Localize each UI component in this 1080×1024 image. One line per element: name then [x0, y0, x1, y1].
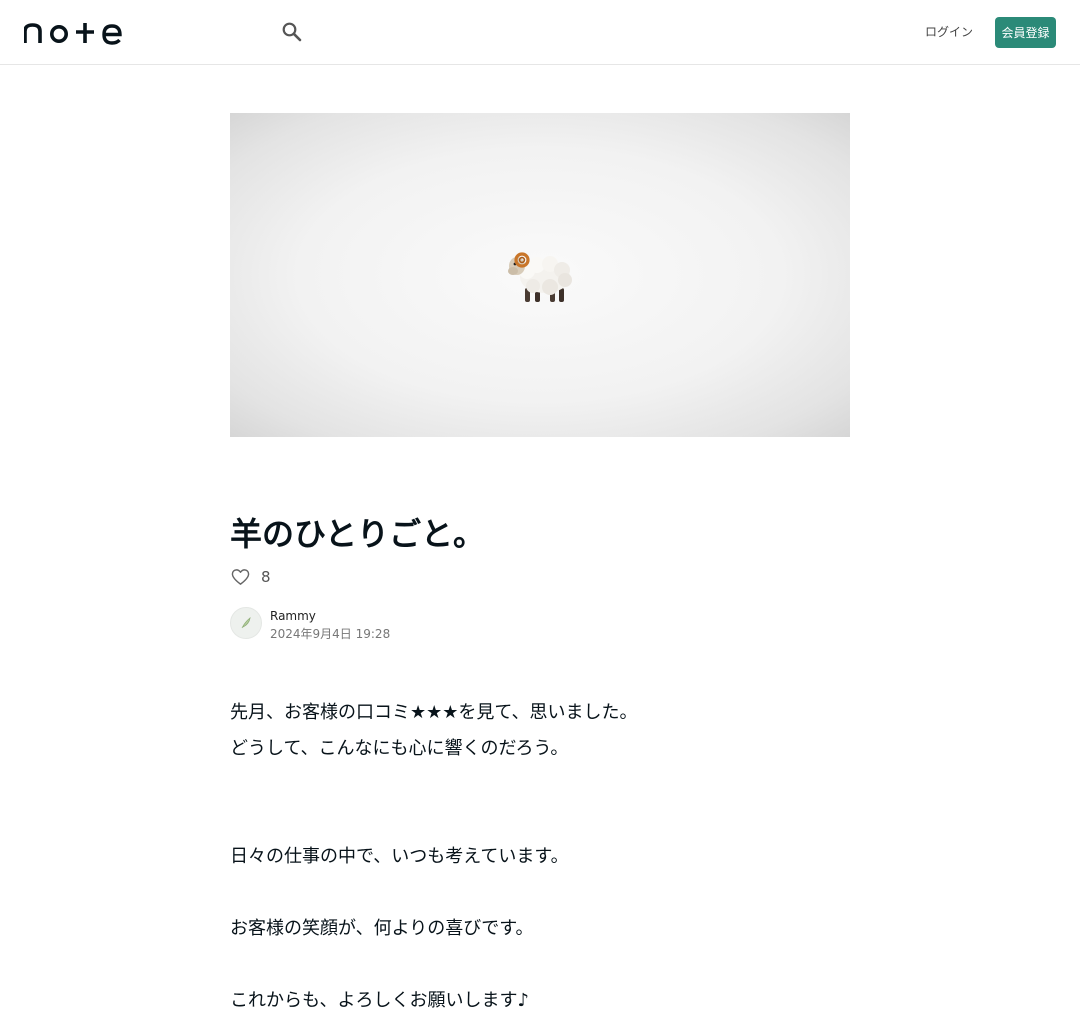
login-link[interactable]: ログイン [925, 22, 973, 42]
author-name[interactable]: Rammy [270, 608, 316, 624]
post-date: 2024年9月4日 19:28 [270, 627, 391, 641]
sheep-icon [508, 252, 572, 302]
heart-outline-icon [231, 569, 249, 585]
signup-button[interactable]: 会員登録 [995, 17, 1056, 48]
author-avatar[interactable] [230, 607, 262, 639]
paragraph: どうして、こんなにも心に響くのだろう。 [230, 738, 569, 759]
paragraph: 日々の仕事の中で、いつも考えています。 [230, 846, 569, 867]
search-icon [282, 22, 302, 42]
like-button[interactable] [230, 567, 250, 587]
site-header: ログイン 会員登録 [0, 0, 1080, 65]
feather-avatar-icon [241, 617, 251, 629]
article-title: 羊のひとりごと。 [230, 515, 486, 553]
search-button[interactable] [279, 19, 305, 45]
paragraph: これからも、よろしくお願いします♪ [230, 990, 529, 1011]
paragraph: お客様の笑顔が、何よりの喜びです。 [230, 918, 534, 939]
note-logo[interactable] [24, 21, 124, 45]
paragraph: 先月、お客様の口コミ★★★を見て、思いました。 [230, 702, 638, 723]
like-section: 8 [230, 566, 271, 588]
like-count[interactable]: 8 [261, 567, 271, 587]
article-hero-image [230, 113, 850, 437]
